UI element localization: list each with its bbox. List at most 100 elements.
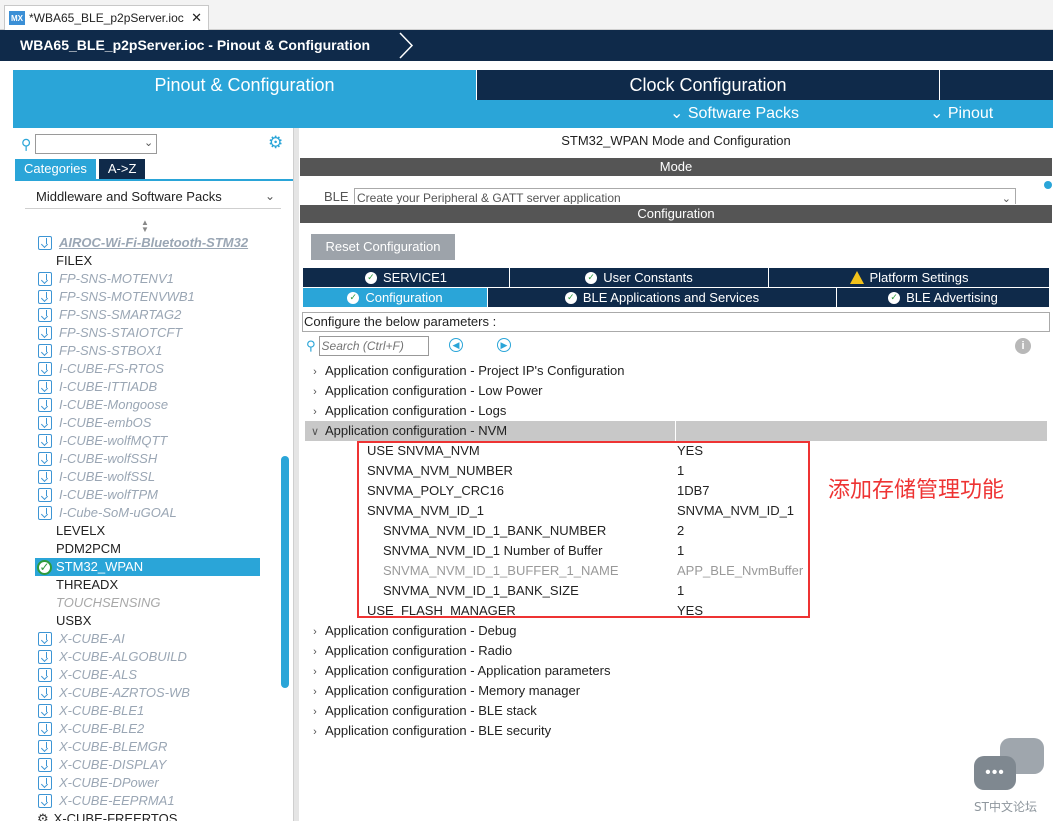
check-circle-icon: ✓ bbox=[364, 271, 377, 284]
tree-item[interactable]: X-CUBE-AI bbox=[35, 630, 275, 648]
tree-item[interactable]: X-CUBE-BLEMGR bbox=[35, 738, 275, 756]
close-icon[interactable]: ✕ bbox=[191, 10, 202, 26]
chevron-right-icon[interactable]: › bbox=[305, 642, 325, 662]
chevron-right-icon[interactable]: › bbox=[305, 662, 325, 682]
tree-item[interactable]: USBX bbox=[35, 612, 275, 630]
tab-ble-applications-services[interactable]: ✓ BLE Applications and Services bbox=[488, 288, 836, 307]
tree-item[interactable]: ⚙ X-CUBE-FREERTOS bbox=[35, 810, 275, 821]
software-packs-menu[interactable]: ⌄ Software Packs bbox=[670, 100, 799, 128]
param-group[interactable]: › Application configuration - Debug bbox=[305, 621, 1047, 641]
download-icon bbox=[38, 488, 52, 502]
search-next-icon[interactable]: ▶ bbox=[497, 338, 511, 352]
tree-item[interactable]: TOUCHSENSING bbox=[35, 594, 275, 612]
download-icon bbox=[38, 722, 52, 736]
tree-item[interactable]: X-CUBE-BLE1 bbox=[35, 702, 275, 720]
chevron-down-icon[interactable]: ∨ bbox=[305, 422, 325, 442]
ble-mode-select[interactable]: Create your Peripheral & GATT server app… bbox=[354, 188, 1016, 204]
reset-configuration-button[interactable]: Reset Configuration bbox=[311, 234, 455, 260]
tree-item[interactable]: I-CUBE-ITTIADB bbox=[35, 378, 275, 396]
tab-label: Platform Settings bbox=[869, 270, 969, 285]
tree-item[interactable]: ✓ STM32_WPAN bbox=[35, 558, 260, 576]
tab-pinout-configuration[interactable]: Pinout & Configuration bbox=[13, 70, 476, 100]
tree-item[interactable]: FP-SNS-MOTENVWB1 bbox=[35, 288, 275, 306]
chevron-right-icon[interactable]: › bbox=[305, 722, 325, 742]
param-group[interactable]: › Application configuration - BLE stack bbox=[305, 701, 1047, 721]
tab-categories[interactable]: Categories bbox=[15, 159, 96, 179]
tree-item[interactable]: X-CUBE-ALS bbox=[35, 666, 275, 684]
tree-item-label: I-CUBE-Mongoose bbox=[59, 397, 169, 412]
tree-item[interactable]: I-CUBE-embOS bbox=[35, 414, 275, 432]
param-group[interactable]: › Application configuration - Application… bbox=[305, 661, 1047, 681]
tab-user-constants[interactable]: ✓ User Constants bbox=[510, 268, 768, 287]
tree-item[interactable]: THREADX bbox=[35, 576, 275, 594]
tree-item[interactable]: FP-SNS-SMARTAG2 bbox=[35, 306, 275, 324]
tree-item[interactable]: X-CUBE-EEPRMA1 bbox=[35, 792, 275, 810]
download-icon bbox=[38, 506, 52, 520]
chevron-right-icon[interactable]: › bbox=[305, 402, 325, 422]
tree-item[interactable]: PDM2PCM bbox=[35, 540, 275, 558]
tree-item[interactable]: I-CUBE-Mongoose bbox=[35, 396, 275, 414]
param-search-input[interactable] bbox=[318, 336, 429, 356]
chevron-right-icon[interactable]: › bbox=[305, 622, 325, 642]
tree-item[interactable]: X-CUBE-DPower bbox=[35, 774, 275, 792]
tree-item-label: STM32_WPAN bbox=[56, 559, 144, 574]
tree-item[interactable]: FP-SNS-MOTENV1 bbox=[35, 270, 275, 288]
tree-item-label: FP-SNS-STBOX1 bbox=[59, 343, 163, 358]
params-label: Configure the below parameters : bbox=[302, 312, 1050, 332]
scrollbar[interactable] bbox=[281, 456, 289, 688]
chevron-right-icon[interactable]: › bbox=[305, 362, 325, 382]
param-group[interactable]: › Application configuration - Memory mana… bbox=[305, 681, 1047, 701]
tree-item[interactable]: AIROC-Wi-Fi-Bluetooth-STM32 bbox=[35, 234, 275, 252]
ble-mode-value: Create your Peripheral & GATT server app… bbox=[357, 191, 621, 204]
tab-a-z[interactable]: A->Z bbox=[98, 159, 146, 179]
tree-item[interactable]: FILEX bbox=[35, 252, 275, 270]
tree-item-label: X-CUBE-ALGOBUILD bbox=[59, 649, 187, 664]
tree-item[interactable]: X-CUBE-BLE2 bbox=[35, 720, 275, 738]
tab-ble-advertising[interactable]: ✓ BLE Advertising bbox=[837, 288, 1049, 307]
param-group-open[interactable]: ∨ Application configuration - NVM bbox=[305, 421, 1047, 441]
chevron-right-icon[interactable]: › bbox=[305, 702, 325, 722]
gear-icon[interactable]: ⚙ bbox=[268, 133, 283, 153]
check-circle-icon: ✓ bbox=[347, 291, 360, 304]
tree-item[interactable]: I-CUBE-wolfMQTT bbox=[35, 432, 275, 450]
param-group[interactable]: › Application configuration - Low Power bbox=[305, 381, 1047, 401]
tab-configuration[interactable]: ✓ Configuration bbox=[303, 288, 487, 307]
tab-clock-configuration[interactable]: Clock Configuration bbox=[477, 70, 939, 100]
tree-item[interactable]: I-CUBE-wolfTPM bbox=[35, 486, 275, 504]
search-prev-icon[interactable]: ◀ bbox=[449, 338, 463, 352]
search-icon: ⚲ bbox=[21, 135, 32, 152]
tree-item[interactable]: I-CUBE-wolfSSH bbox=[35, 450, 275, 468]
param-group[interactable]: › Application configuration - Radio bbox=[305, 641, 1047, 661]
sort-arrows-icon[interactable]: ▲ ▼ bbox=[141, 219, 149, 234]
tree-item[interactable]: I-CUBE-wolfSSL bbox=[35, 468, 275, 486]
tree-item-label: I-CUBE-FS-RTOS bbox=[59, 361, 164, 376]
tree-item[interactable]: FP-SNS-STAIOTCFT bbox=[35, 324, 275, 342]
group-header[interactable]: Middleware and Software Packs ⌄ bbox=[25, 184, 281, 209]
tree-item[interactable]: LEVELX bbox=[35, 522, 275, 540]
tab-platform-settings[interactable]: Platform Settings bbox=[769, 268, 1049, 287]
chevron-right-icon[interactable]: › bbox=[305, 682, 325, 702]
tree-item[interactable]: X-CUBE-DISPLAY bbox=[35, 756, 275, 774]
tree-item[interactable]: I-Cube-SoM-uGOAL bbox=[35, 504, 275, 522]
tree-item-label: TOUCHSENSING bbox=[56, 595, 161, 610]
splitter[interactable] bbox=[293, 128, 299, 821]
chevron-right-icon[interactable]: › bbox=[305, 382, 325, 402]
tab-service1[interactable]: ✓ SERVICE1 bbox=[303, 268, 509, 287]
download-icon bbox=[38, 686, 52, 700]
scroll-indicator[interactable] bbox=[1044, 181, 1052, 189]
pinout-menu[interactable]: ⌄ Pinout bbox=[930, 100, 993, 128]
param-group[interactable]: › Application configuration - Logs bbox=[305, 401, 1047, 421]
param-group[interactable]: › Application configuration - BLE securit… bbox=[305, 721, 1047, 741]
tree-item[interactable]: I-CUBE-FS-RTOS bbox=[35, 360, 275, 378]
file-tab[interactable]: MX *WBA65_BLE_p2pServer.ioc ✕ bbox=[4, 5, 209, 30]
info-icon[interactable]: i bbox=[1015, 338, 1031, 354]
tree-item[interactable]: X-CUBE-ALGOBUILD bbox=[35, 648, 275, 666]
tree-item-label: I-CUBE-ITTIADB bbox=[59, 379, 158, 394]
configuration-header: Configuration bbox=[300, 205, 1052, 223]
tree-item[interactable]: X-CUBE-AZRTOS-WB bbox=[35, 684, 275, 702]
tree-item-label: FP-SNS-SMARTAG2 bbox=[59, 307, 182, 322]
breadcrumb-item[interactable]: WBA65_BLE_p2pServer.ioc - Pinout & Confi… bbox=[6, 30, 382, 61]
search-combo[interactable]: ⌄ bbox=[35, 134, 158, 154]
param-group[interactable]: › Application configuration - Project IP'… bbox=[305, 361, 1047, 381]
tree-item[interactable]: FP-SNS-STBOX1 bbox=[35, 342, 275, 360]
